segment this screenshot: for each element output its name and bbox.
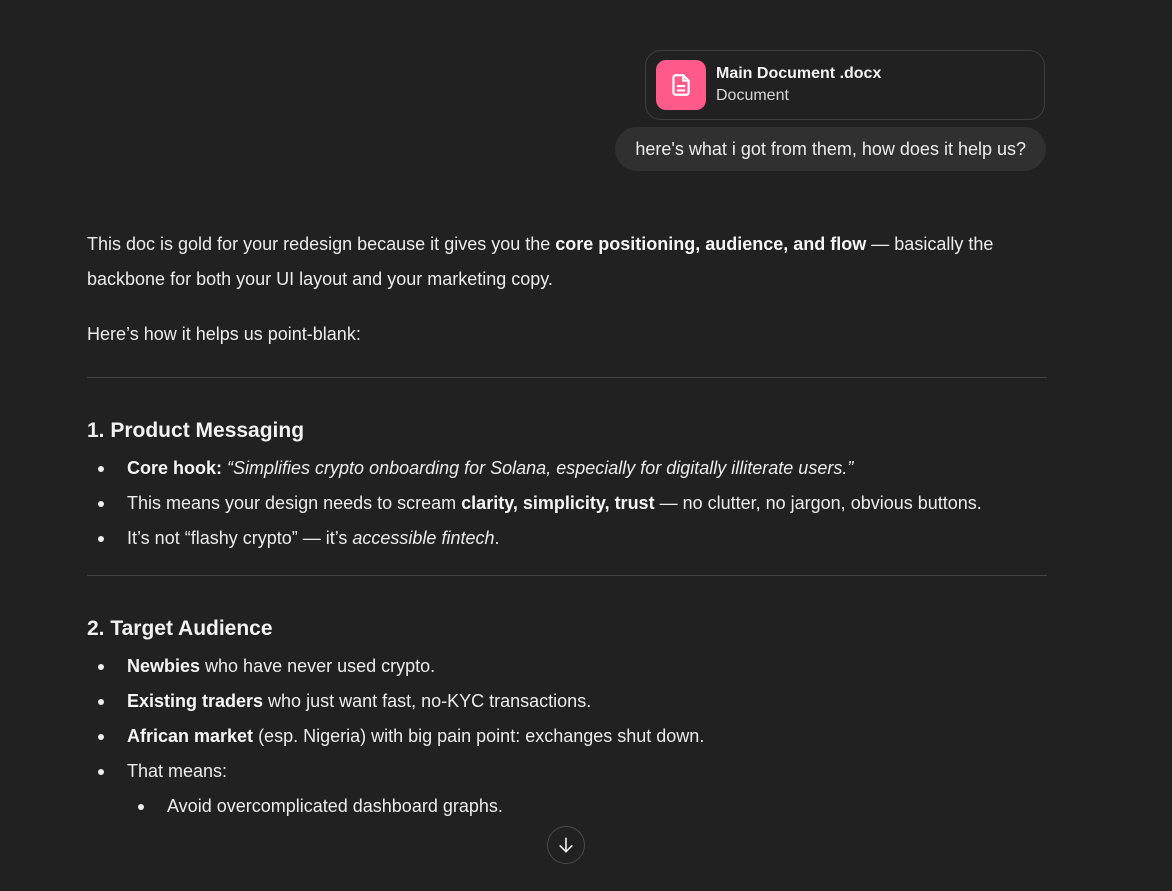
bullet-bold: clarity, simplicity, trust [461,493,655,513]
bullet-bold: Core hook: [127,458,223,478]
bullet-list: Core hook: “Simplifies crypto onboarding… [87,451,1047,556]
list-item: African market (esp. Nigeria) with big p… [87,719,1047,754]
bullet-text-end: . [494,528,500,548]
divider [87,377,1047,378]
list-item: Core hook: “Simplifies crypto onboarding… [87,451,1047,486]
bullet-bold: Newbies [127,656,201,676]
intro-paragraph-2: Here’s how it helps us point-blank: [87,324,361,344]
intro-paragraph: This doc is gold for your redesign becau… [87,227,1047,297]
section-heading: 1. Product Messaging [87,419,305,442]
assistant-message: This doc is gold for your redesign becau… [87,227,1047,824]
sub-bullet-list: Avoid overcomplicated dashboard graphs. [127,789,1047,824]
divider [87,575,1047,576]
bullet-text-end: who have never used crypto. [200,656,436,676]
bullet-italic: accessible fintech [352,528,495,548]
list-item: It’s not “flashy crypto” — it’s accessib… [87,521,1047,556]
bullet-bold: Existing traders [127,691,264,711]
list-item: That means: Avoid overcomplicated dashbo… [87,754,1047,824]
bullet-text-end: who just want fast, no-KYC transactions. [263,691,592,711]
bullet-bold: African market [127,726,254,746]
arrow-down-icon [556,835,576,855]
list-item: Newbies who have never used crypto. [87,649,1047,684]
bullet-text: This means your design needs to scream [127,493,462,513]
section-heading: 2. Target Audience [87,617,273,640]
bullet-text-end: — no clutter, no jargon, obvious buttons… [654,493,982,513]
attachment-card[interactable]: Main Document .docx Document [645,50,1045,120]
list-item: Existing traders who just want fast, no-… [87,684,1047,719]
attachment-meta: Main Document .docx Document [716,63,881,107]
list-item: This means your design needs to scream c… [87,486,1047,521]
scroll-down-button[interactable] [547,826,585,864]
bullet-italic: “Simplifies crypto onboarding for Solana… [227,458,854,478]
attachment-filename: Main Document .docx [716,65,882,82]
bullet-text: That means: [127,761,228,781]
intro-bold: core positioning, audience, and flow [555,234,867,254]
bullet-list: Newbies who have never used crypto. Exis… [87,649,1047,824]
document-icon [656,60,706,110]
sub-list-item: Avoid overcomplicated dashboard graphs. [127,789,1047,824]
intro-text: This doc is gold for your redesign becau… [87,234,556,254]
chat-page: Main Document .docx Document here's what… [0,0,1172,891]
bullet-text: It’s not “flashy crypto” — it’s [127,528,353,548]
attachment-filetype: Document [716,87,789,104]
user-message-bubble: here's what i got from them, how does it… [615,127,1046,171]
bullet-text-end: (esp. Nigeria) with big pain point: exch… [253,726,705,746]
